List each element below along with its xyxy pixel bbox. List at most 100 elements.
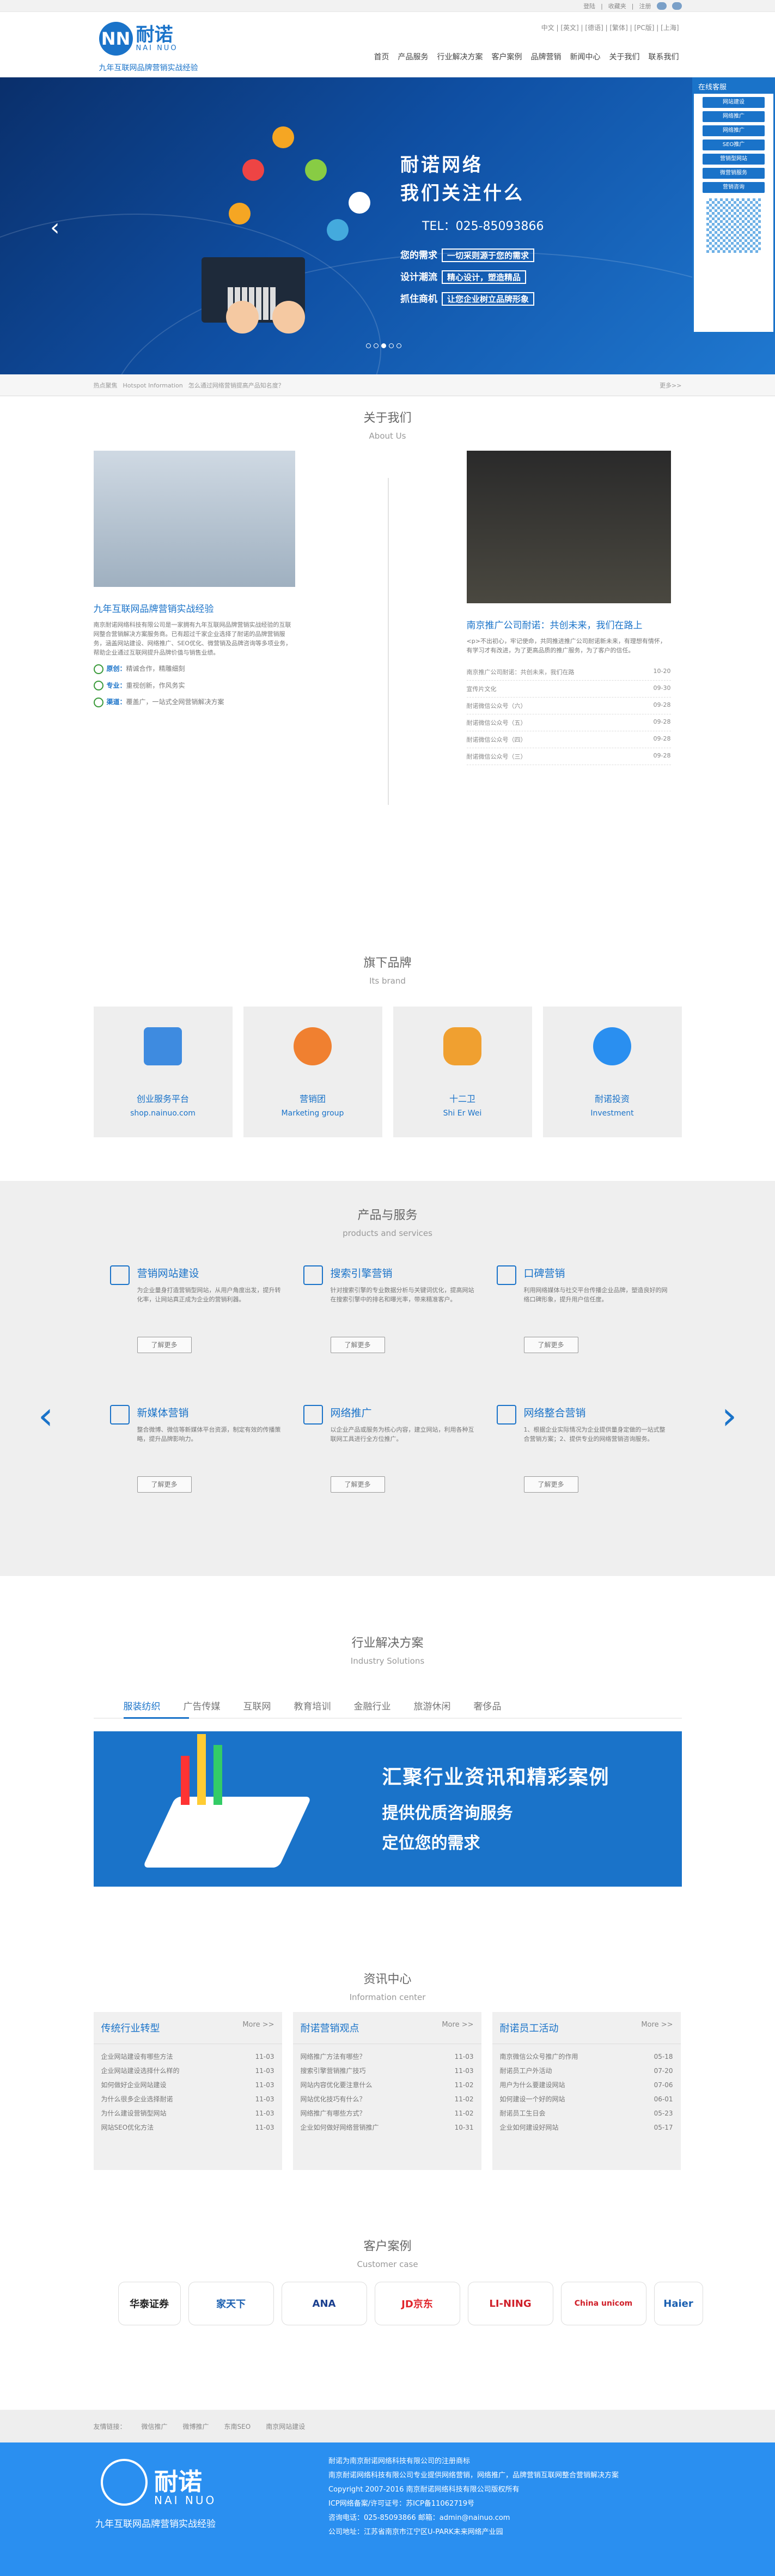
logo[interactable]: NN 耐诺 NAI NUO: [99, 22, 178, 56]
list-item[interactable]: 企业网站建设选择什么样的 11-03: [101, 2064, 274, 2078]
about-right-title[interactable]: 南京推广公司耐诺：共创未来，我们在路上: [467, 617, 671, 631]
list-item[interactable]: 耐诺微信公众号（四） 09-28: [466, 731, 671, 748]
nav-brand[interactable]: 品牌营销: [531, 51, 562, 62]
more-link[interactable]: More >>: [641, 2021, 673, 2035]
product-title[interactable]: 搜索引擎营销: [331, 1265, 478, 1280]
friend-link[interactable]: 微信推广: [142, 2422, 168, 2431]
list-item[interactable]: 如何做好企业网站建设 11-03: [101, 2078, 274, 2092]
learn-more-button[interactable]: 了解更多: [523, 1337, 578, 1353]
client-logo[interactable]: ANA: [281, 2282, 367, 2325]
friend-link[interactable]: 东南SEO: [224, 2422, 251, 2431]
tab-internet[interactable]: 互联网: [243, 1699, 271, 1712]
tab-finance[interactable]: 金融行业: [354, 1699, 391, 1712]
product-title[interactable]: 营销网站建设: [137, 1265, 284, 1280]
product-title[interactable]: 新媒体营销: [137, 1405, 284, 1420]
list-item[interactable]: 耐诺微信公众号（三） 09-28: [466, 748, 671, 765]
column-title[interactable]: 耐诺员工活动: [500, 2021, 559, 2035]
product-title[interactable]: 口碑营销: [524, 1265, 671, 1280]
list-item[interactable]: 耐诺微信公众号（五） 09-28: [466, 714, 671, 731]
list-item[interactable]: 为什么很多企业选择耐诺 11-03: [101, 2092, 274, 2106]
hotspot-more[interactable]: 更多>>: [660, 381, 681, 390]
list-item[interactable]: 南京微信公众号推广的作用 05-18: [500, 2050, 673, 2064]
list-item[interactable]: 网站SEO优化方法 11-03: [101, 2120, 274, 2135]
about-left-title[interactable]: 九年互联网品牌营销实战经验: [94, 601, 295, 615]
nav-news[interactable]: 新闻中心: [570, 51, 601, 62]
tab-tourism[interactable]: 旅游休闲: [414, 1699, 451, 1712]
service-button[interactable]: 营销咨询: [703, 182, 765, 193]
learn-more-button[interactable]: 了解更多: [330, 1476, 385, 1493]
nav-cases[interactable]: 客户案例: [492, 51, 522, 62]
learn-more-button[interactable]: 了解更多: [137, 1337, 192, 1353]
list-item[interactable]: 为什么建设营销型网站 11-03: [101, 2106, 274, 2120]
register-link[interactable]: 注册: [639, 2, 651, 10]
list-item[interactable]: 企业网站建设有哪些方法 11-03: [101, 2050, 274, 2064]
brand-card[interactable]: 十二卫 Shi Er Wei: [393, 1007, 532, 1137]
list-item[interactable]: 耐诺微信公众号（六） 09-28: [466, 698, 671, 714]
client-logo[interactable]: LI-NING: [467, 2282, 553, 2325]
banner-dot[interactable]: [374, 343, 379, 348]
banner-prev-arrow[interactable]: ‹: [50, 214, 60, 241]
nav-home[interactable]: 首页: [374, 51, 389, 62]
banner-dot[interactable]: [396, 343, 401, 348]
service-button[interactable]: 营销型网站: [703, 154, 765, 165]
client-logo[interactable]: 华泰证券: [118, 2282, 181, 2325]
products-next-arrow[interactable]: ›: [722, 1393, 737, 1438]
nav-about[interactable]: 关于我们: [609, 51, 640, 62]
list-item[interactable]: 企业如何做好网络营销推广 10-31: [301, 2120, 474, 2135]
list-item[interactable]: 耐诺员工户外活动 07-20: [500, 2064, 673, 2078]
tab-clothing[interactable]: 服装纺织: [124, 1699, 161, 1712]
nav-contact[interactable]: 联系我们: [649, 51, 679, 62]
product-title[interactable]: 网络整合营销: [524, 1405, 671, 1420]
service-button[interactable]: SEO推广: [703, 140, 765, 150]
tab-education[interactable]: 教育培训: [294, 1699, 331, 1712]
banner-dot[interactable]: [389, 343, 394, 348]
more-link[interactable]: More >>: [242, 2021, 274, 2035]
brand-card[interactable]: 营销团 Marketing group: [243, 1007, 382, 1137]
client-logo[interactable]: China unicom: [560, 2282, 646, 2325]
learn-more-button[interactable]: 了解更多: [137, 1476, 192, 1493]
list-item[interactable]: 搜索引擎营销推广技巧 11-03: [301, 2064, 474, 2078]
service-button[interactable]: 网络推广: [703, 125, 765, 136]
brand-card[interactable]: 耐诺投资 Investment: [542, 1007, 682, 1137]
friend-link[interactable]: 微博推广: [183, 2422, 209, 2431]
list-item[interactable]: 网站优化技巧有什么？ 11-02: [301, 2092, 474, 2106]
language-links[interactable]: 中文 | [英文] | [德语] | [繁体] | [PC版] | [上海]: [541, 23, 679, 32]
list-item[interactable]: 如何建设一个好的网站 06-01: [500, 2092, 673, 2106]
hotspot-link[interactable]: 怎么通过网络营销提高产品知名度？: [188, 381, 284, 390]
tab-luxury[interactable]: 奢侈品: [474, 1699, 502, 1712]
service-button[interactable]: 微营销服务: [703, 168, 765, 179]
list-item[interactable]: 网络推广有哪些方式？ 11-02: [301, 2106, 474, 2120]
nav-solutions[interactable]: 行业解决方案: [437, 51, 483, 62]
service-button[interactable]: 网站建设: [703, 97, 765, 108]
service-button[interactable]: 网络推广: [703, 111, 765, 122]
friend-link[interactable]: 南京网站建设: [266, 2422, 305, 2431]
banner-dot[interactable]: [381, 343, 386, 348]
list-item[interactable]: 耐诺员工生日会 05-23: [500, 2106, 673, 2120]
product-title[interactable]: 网络推广: [331, 1405, 478, 1420]
list-item[interactable]: 网站内容优化要注意什么 11-02: [301, 2078, 474, 2092]
list-item[interactable]: 南京推广公司耐诺：共创未来，我们在路 10-20: [466, 664, 671, 681]
client-logo[interactable]: Haier: [654, 2282, 703, 2325]
client-logo[interactable]: JD京东: [374, 2282, 460, 2325]
list-item[interactable]: 企业如何建设好网站 05-17: [500, 2120, 673, 2135]
products-prev-arrow[interactable]: ‹: [38, 1393, 53, 1438]
learn-more-button[interactable]: 了解更多: [330, 1337, 385, 1353]
column-title[interactable]: 传统行业转型: [101, 2021, 160, 2035]
favorites-link[interactable]: 收藏夹: [608, 2, 626, 10]
nav-products[interactable]: 产品服务: [398, 51, 429, 62]
list-item[interactable]: 用户为什么要建设网站 07-06: [500, 2078, 673, 2092]
brand-card[interactable]: 创业服务平台 shop.nainuo.com: [93, 1007, 233, 1137]
solution-banner[interactable]: 汇聚行业资讯和精彩案例 提供优质咨询服务 定位您的需求: [93, 1731, 682, 1887]
list-item[interactable]: 网络推广方法有哪些？ 11-03: [301, 2050, 474, 2064]
list-item[interactable]: 宣传片文化 09-30: [466, 681, 671, 698]
login-link[interactable]: 登陆: [583, 2, 595, 10]
client-logo[interactable]: 家天下: [188, 2282, 274, 2325]
weibo-icon[interactable]: [656, 2, 667, 10]
learn-more-button[interactable]: 了解更多: [523, 1476, 578, 1493]
wechat-icon[interactable]: [672, 2, 682, 10]
column-title[interactable]: 耐诺营销观点: [301, 2021, 359, 2035]
separator: |: [631, 2, 634, 10]
more-link[interactable]: More >>: [442, 2021, 473, 2035]
tab-advertising[interactable]: 广告传媒: [184, 1699, 221, 1712]
banner-dot[interactable]: [366, 343, 371, 348]
